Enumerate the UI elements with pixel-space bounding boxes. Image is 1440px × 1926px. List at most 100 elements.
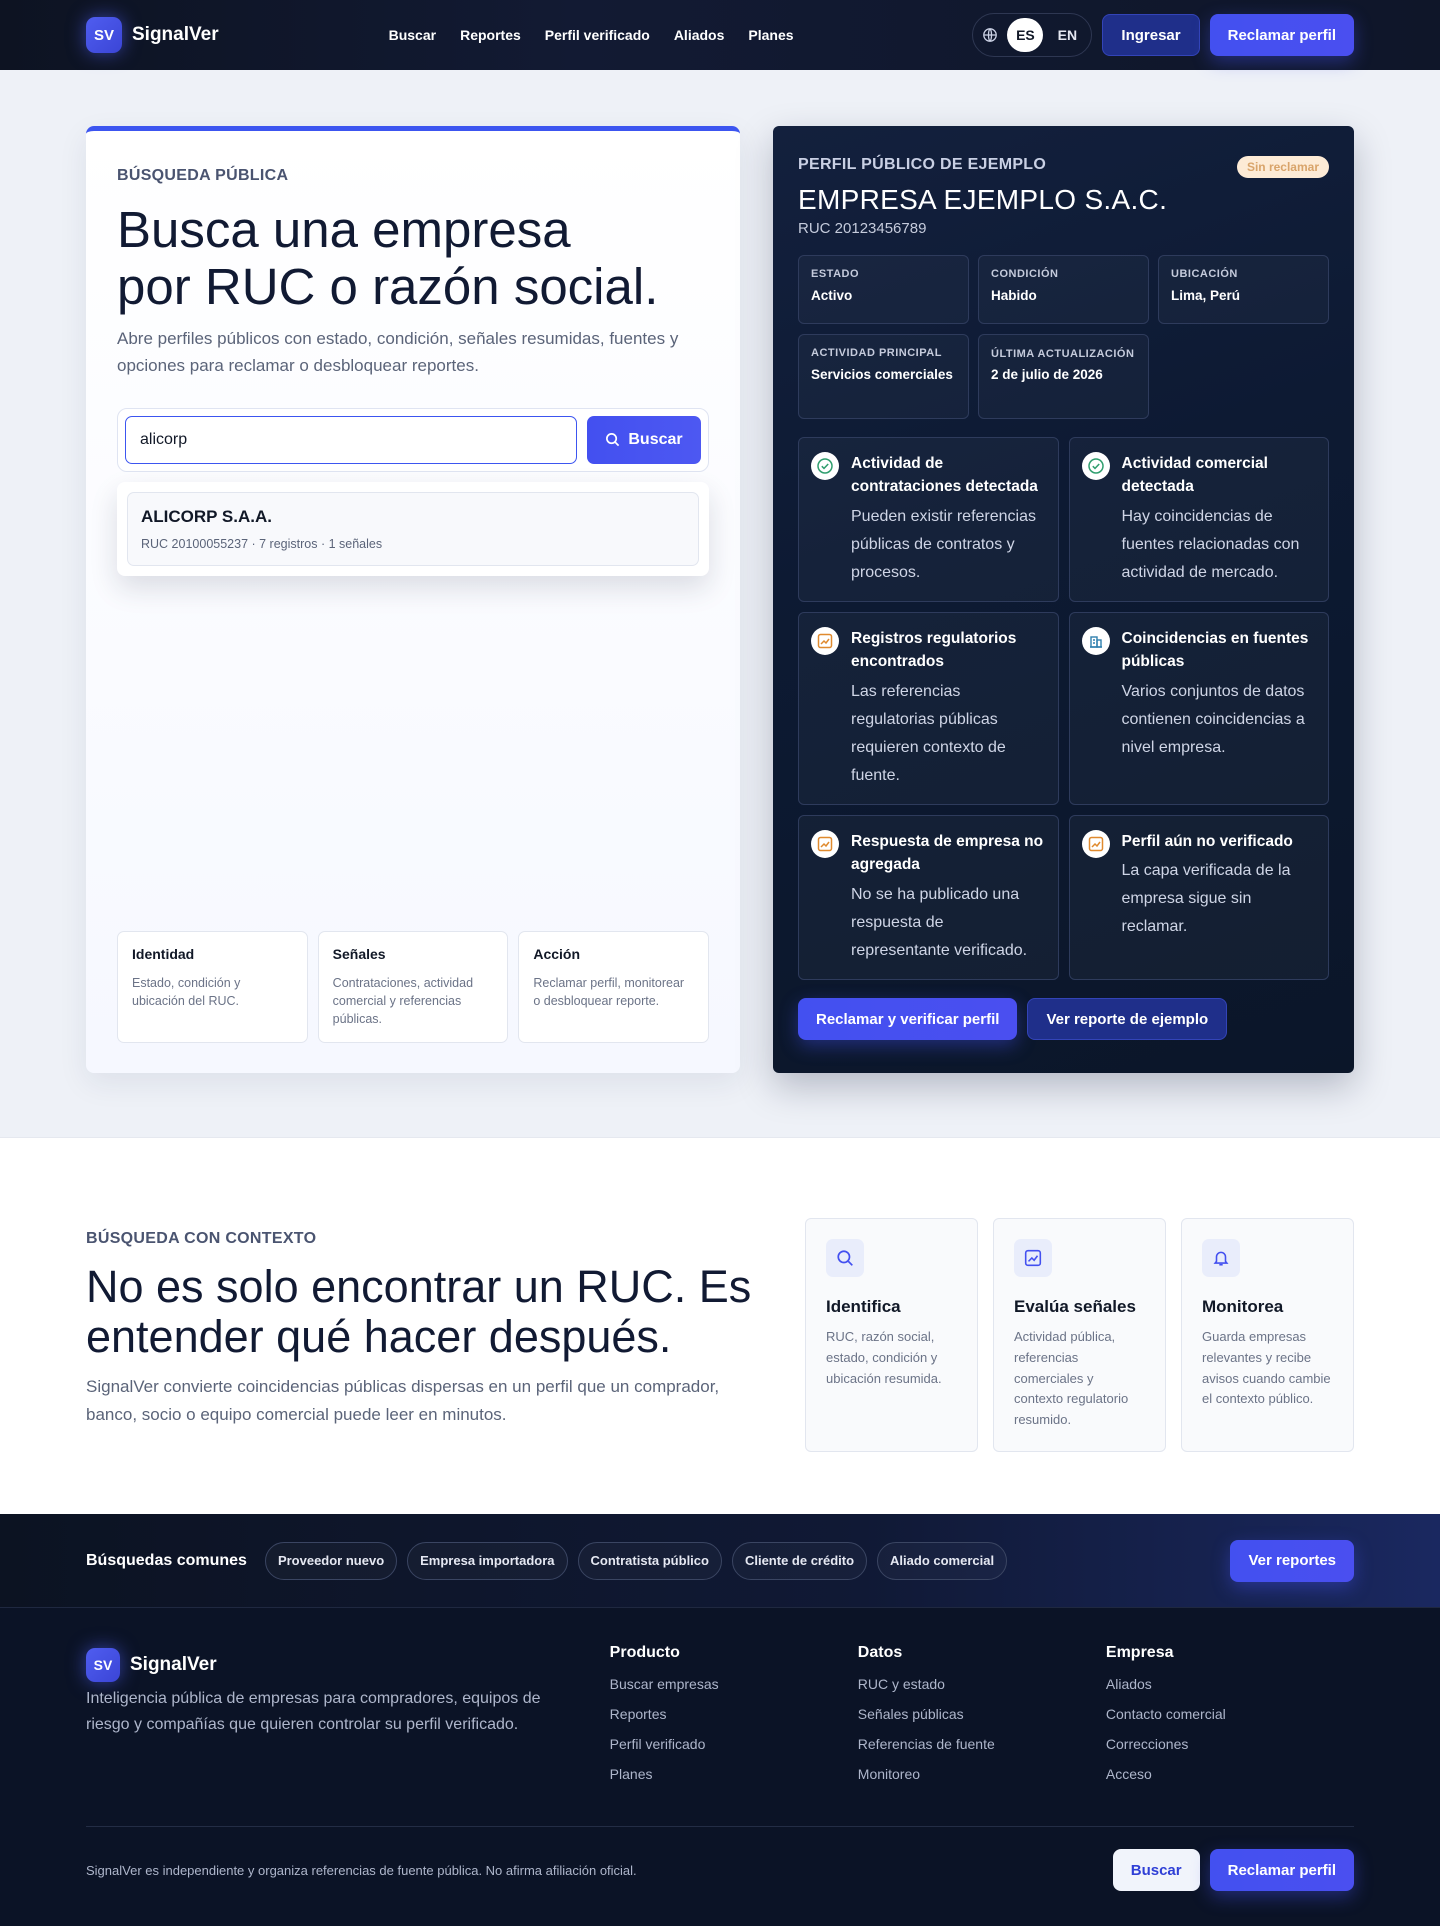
signal-desc: Hay coincidencias de fuentes relacionada… — [1121, 507, 1300, 581]
signal-desc: Pueden existir referencias públicas de c… — [851, 507, 1036, 581]
fact-label: ACTIVIDAD PRINCIPAL — [811, 347, 942, 359]
nav-link-reportes[interactable]: Reportes — [460, 27, 521, 43]
footer-link[interactable]: Señales públicas — [858, 1706, 1106, 1722]
footer-link[interactable]: Correcciones — [1106, 1736, 1354, 1752]
fact-value: 2 de julio de 2026 — [991, 366, 1103, 382]
context-card-desc: Actividad pública, referencias comercial… — [1014, 1329, 1129, 1428]
fact-condicion: CONDICIÓN Habido — [978, 255, 1149, 324]
footer-column-empresa: Empresa Aliados Contacto comercial Corre… — [1106, 1644, 1354, 1782]
fact-label: ESTADO — [811, 268, 860, 280]
top-navbar: SV SignalVer Buscar Reportes Perfil veri… — [0, 0, 1440, 70]
context-title-line-2: entender qué hacer después. — [86, 1310, 672, 1362]
nav-link-buscar[interactable]: Buscar — [389, 27, 436, 43]
login-button[interactable]: Ingresar — [1102, 14, 1200, 56]
brand-name: SignalVer — [132, 24, 219, 45]
claim-profile-button[interactable]: Reclamar perfil — [1209, 14, 1354, 56]
lang-option-es[interactable]: ES — [1007, 18, 1044, 52]
signal-card: Registros regulatorios encontrados Las r… — [798, 612, 1059, 805]
chip-empresa-importadora[interactable]: Empresa importadora — [407, 1541, 568, 1580]
search-bar: Buscar — [117, 407, 709, 472]
chip-contratista-publico[interactable]: Contratista público — [577, 1541, 722, 1580]
hero-title-line-2: por RUC o razón social. — [117, 258, 659, 316]
trend-chart-icon — [811, 627, 839, 655]
footer-link[interactable]: Buscar empresas — [610, 1676, 858, 1692]
context-title-line-1: No es solo encontrar un RUC. Es — [86, 1261, 752, 1312]
fact-value: Activo — [811, 288, 853, 303]
language-switcher: ES EN — [972, 13, 1093, 57]
fact-value: Lima, Perú — [1171, 288, 1241, 303]
footer-column-producto: Producto Buscar empresas Reportes Perfil… — [610, 1644, 858, 1782]
context-card-monitorea: Monitorea Guarda empresas relevantes y r… — [1181, 1218, 1354, 1452]
footer-search-button[interactable]: Buscar — [1112, 1849, 1200, 1891]
hero-title-line-1: Busca una empresa — [117, 201, 571, 258]
chip-cliente-de-credito[interactable]: Cliente de crédito — [731, 1541, 868, 1580]
signal-cards: Actividad de contrataciones detectada Pu… — [798, 437, 1329, 980]
claim-verify-button[interactable]: Reclamar y verificar perfil — [798, 998, 1018, 1040]
context-card-title: Monitorea — [1202, 1297, 1284, 1316]
signal-card: Perfil aún no verificado La capa verific… — [1068, 815, 1329, 980]
footer-link[interactable]: Monitoreo — [858, 1766, 1106, 1782]
footer-column-title: Producto — [609, 1644, 680, 1661]
footer-column-title: Empresa — [1105, 1644, 1174, 1661]
search-button[interactable]: Buscar — [587, 415, 701, 464]
result-name: ALICORP S.A.A. — [141, 506, 272, 526]
company-name: EMPRESA EJEMPLO S.A.C. — [798, 184, 1168, 215]
context-card-evalua: Evalúa señales Actividad pública, refere… — [993, 1218, 1166, 1452]
check-circle-icon — [811, 452, 839, 480]
context-section: BÚSQUEDA CON CONTEXTO No es solo encontr… — [0, 1137, 1440, 1514]
signal-card: Coincidencias en fuentes públicas Varios… — [1068, 612, 1329, 805]
context-subtitle: SignalVer convierte coincidencias públic… — [86, 1377, 720, 1425]
footer-link[interactable]: Aliados — [1106, 1676, 1354, 1692]
signal-desc: La capa verificada de la empresa sigue s… — [1121, 862, 1291, 936]
signal-title: Actividad comercial detectada — [1121, 455, 1268, 496]
chip-proveedor-nuevo[interactable]: Proveedor nuevo — [264, 1541, 398, 1580]
footer-link[interactable]: Referencias de fuente — [858, 1736, 1106, 1752]
footer-claim-button[interactable]: Reclamar perfil — [1209, 1849, 1354, 1891]
context-card-title: Identifica — [826, 1297, 901, 1316]
nav-link-aliados[interactable]: Aliados — [674, 27, 725, 43]
globe-icon — [979, 24, 1001, 46]
footer-link[interactable]: Perfil verificado — [610, 1736, 858, 1752]
check-circle-icon — [1081, 452, 1110, 480]
hero-section: BÚSQUEDA PÚBLICA Busca una empresa por R… — [0, 70, 1440, 1137]
trend-chart-icon — [1014, 1239, 1052, 1277]
mini-card-title: Señales — [332, 946, 386, 962]
footer-link[interactable]: Planes — [610, 1766, 858, 1782]
footer-link[interactable]: Reportes — [610, 1706, 858, 1722]
footer-column-title: Datos — [857, 1644, 903, 1661]
company-facts: ESTADO Activo CONDICIÓN Habido UBICACIÓN… — [798, 255, 1329, 419]
context-eyebrow: BÚSQUEDA CON CONTEXTO — [86, 1230, 317, 1247]
main-nav: Buscar Reportes Perfil verificado Aliado… — [389, 27, 794, 43]
fact-value: Habido — [991, 288, 1037, 303]
nav-link-planes[interactable]: Planes — [748, 27, 793, 43]
feature-mini-cards: Identidad Estado, condición y ubicación … — [117, 931, 710, 1043]
sample-report-button[interactable]: Ver reporte de ejemplo — [1027, 998, 1228, 1040]
fact-actividad-principal: ACTIVIDAD PRINCIPAL Servicios comerciale… — [798, 334, 969, 419]
search-input[interactable] — [125, 415, 577, 464]
search-result-item[interactable]: ALICORP S.A.A. RUC 20100055237 · 7 regis… — [127, 491, 699, 566]
lang-option-en[interactable]: EN — [1049, 18, 1085, 52]
mini-card-desc: Reclamar perfil, monitorear o desbloquea… — [533, 976, 685, 1009]
footer-link[interactable]: Acceso — [1106, 1766, 1354, 1782]
signal-title: Actividad de contrataciones detectada — [851, 455, 1038, 496]
signal-title: Perfil aún no verificado — [1121, 833, 1293, 850]
context-card-title: Evalúa señales — [1014, 1297, 1136, 1316]
common-search-chips: Proveedor nuevo Empresa importadora Cont… — [264, 1541, 1008, 1580]
context-card-identifica: Identifica RUC, razón social, estado, co… — [805, 1218, 978, 1452]
bell-icon — [1202, 1239, 1240, 1277]
fact-ubicacion: UBICACIÓN Lima, Perú — [1158, 255, 1329, 324]
context-card-desc: Guarda empresas relevantes y recibe avis… — [1202, 1329, 1331, 1407]
footer-link[interactable]: Contacto comercial — [1106, 1706, 1354, 1722]
nav-link-perfil-verificado[interactable]: Perfil verificado — [545, 27, 650, 43]
footer-description: Inteligencia pública de empresas para co… — [86, 1690, 541, 1733]
mini-card-senales: Señales Contrataciones, actividad comerc… — [317, 931, 509, 1043]
footer-brand[interactable]: SV SignalVer — [86, 1648, 610, 1682]
fact-label: CONDICIÓN — [991, 268, 1059, 280]
footer-disclaimer: SignalVer es independiente y organiza re… — [86, 1862, 637, 1878]
view-reports-button[interactable]: Ver reportes — [1230, 1539, 1354, 1582]
chip-aliado-comercial[interactable]: Aliado comercial — [877, 1541, 1008, 1580]
fact-label: ÚLTIMA ACTUALIZACIÓN — [991, 348, 1135, 360]
footer-link[interactable]: RUC y estado — [858, 1676, 1106, 1692]
brand[interactable]: SV SignalVer — [86, 17, 219, 53]
common-searches-title: Búsquedas comunes — [86, 1551, 247, 1569]
